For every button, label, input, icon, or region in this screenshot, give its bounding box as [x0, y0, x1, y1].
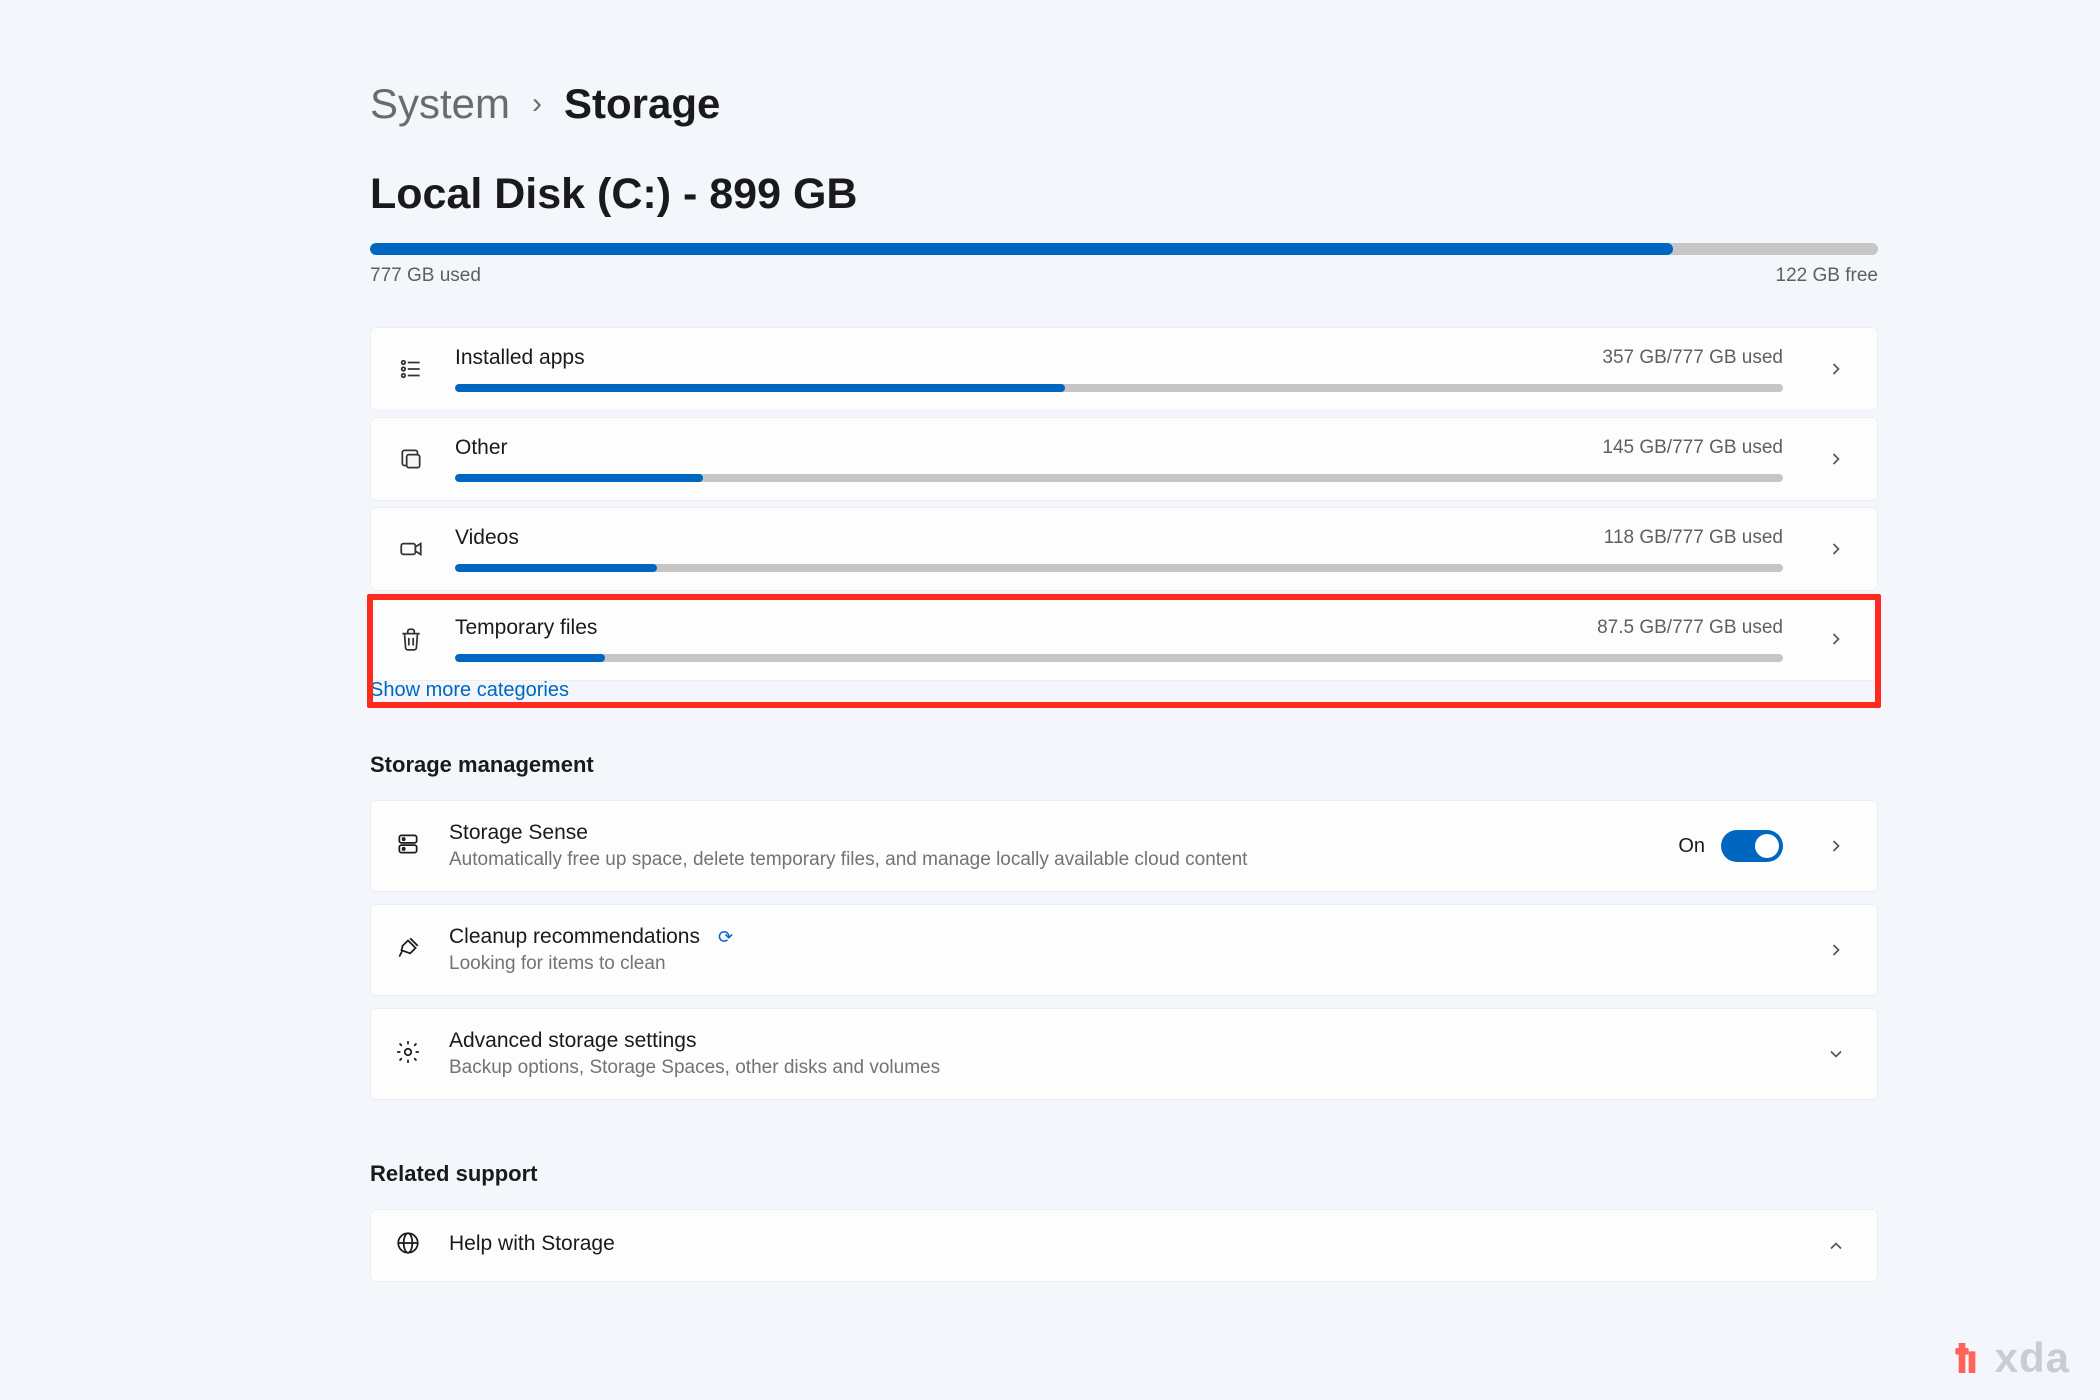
chevron-right-icon: [1823, 536, 1849, 562]
category-bar: [455, 654, 1783, 662]
chevron-down-icon: [1823, 1041, 1849, 1067]
storage-categories: Installed apps 357 GB/777 GB used Other 145…: [370, 327, 1878, 681]
xda-logo-icon: [1945, 1336, 1989, 1380]
category-label: Other: [455, 436, 508, 460]
related-help-storage[interactable]: Help with Storage: [370, 1209, 1878, 1282]
disk-usage-bar: [370, 243, 1878, 255]
storage-management-heading: Storage management: [370, 752, 1880, 778]
chevron-right-icon: [1823, 626, 1849, 652]
loading-spinner-icon: ⟳: [718, 927, 733, 948]
category-bar-fill: [455, 384, 1065, 392]
video-icon: [395, 533, 427, 565]
disk-title: Local Disk (C:) - 899 GB: [370, 170, 1880, 219]
category-bar: [455, 564, 1783, 572]
disk-usage-fill: [370, 243, 1673, 255]
category-bar-fill: [455, 474, 703, 482]
mgmt-title: Cleanup recommendations: [449, 925, 700, 949]
mgmt-title: Storage Sense: [449, 821, 588, 845]
mgmt-storage-sense[interactable]: Storage Sense Automatically free up space…: [370, 800, 1878, 892]
watermark-text: xda: [1995, 1334, 2070, 1382]
breadcrumb-current: Storage: [564, 80, 720, 128]
chevron-right-icon: [1823, 446, 1849, 472]
category-other[interactable]: Other 145 GB/777 GB used: [370, 417, 1878, 501]
disk-used-label: 777 GB used: [370, 265, 481, 287]
disk-free-label: 122 GB free: [1776, 265, 1878, 287]
show-more-categories-link[interactable]: Show more categories: [370, 679, 1880, 702]
breadcrumb-parent[interactable]: System: [370, 80, 510, 128]
category-bar-fill: [455, 654, 605, 662]
related-support-list: Help with Storage: [370, 1209, 1878, 1288]
broom-icon: [395, 935, 421, 966]
related-title: Help with Storage: [449, 1232, 615, 1256]
category-label: Installed apps: [455, 346, 585, 370]
globe-icon: [395, 1230, 421, 1261]
breadcrumb: System › Storage: [370, 80, 1880, 128]
category-usage: 357 GB/777 GB used: [1602, 347, 1783, 369]
chevron-right-icon: [1823, 833, 1849, 859]
category-usage: 145 GB/777 GB used: [1602, 437, 1783, 459]
trash-icon: [395, 623, 427, 655]
category-usage: 87.5 GB/777 GB used: [1597, 617, 1783, 639]
category-label: Videos: [455, 526, 519, 550]
chevron-right-icon: ›: [532, 87, 542, 121]
storage-sense-toggle[interactable]: [1721, 830, 1783, 862]
category-temporary-files[interactable]: Temporary files 87.5 GB/777 GB used: [370, 597, 1878, 681]
watermark: xda: [1945, 1334, 2070, 1382]
category-bar: [455, 474, 1783, 482]
chevron-up-icon: [1823, 1233, 1849, 1259]
gear-icon: [395, 1039, 421, 1070]
chevron-right-icon: [1823, 356, 1849, 382]
drive-icon: [395, 831, 421, 862]
storage-management-list: Storage Sense Automatically free up space…: [370, 800, 1878, 1106]
mgmt-cleanup-recommendations[interactable]: Cleanup recommendations ⟳ Looking for ite…: [370, 904, 1878, 996]
mgmt-subtitle: Automatically free up space, delete temp…: [449, 849, 1650, 871]
category-label: Temporary files: [455, 616, 597, 640]
related-support-heading: Related support: [370, 1161, 1880, 1187]
category-videos[interactable]: Videos 118 GB/777 GB used: [370, 507, 1878, 591]
category-bar: [455, 384, 1783, 392]
category-usage: 118 GB/777 GB used: [1604, 527, 1783, 549]
apps-list-icon: [395, 353, 427, 385]
toggle-state-label: On: [1678, 835, 1705, 858]
mgmt-subtitle: Backup options, Storage Spaces, other di…: [449, 1057, 1783, 1079]
folder-other-icon: [395, 443, 427, 475]
chevron-right-icon: [1823, 937, 1849, 963]
category-bar-fill: [455, 564, 657, 572]
mgmt-subtitle: Looking for items to clean: [449, 953, 1783, 975]
mgmt-advanced-storage[interactable]: Advanced storage settings Backup options,…: [370, 1008, 1878, 1100]
mgmt-title: Advanced storage settings: [449, 1029, 697, 1053]
category-installed-apps[interactable]: Installed apps 357 GB/777 GB used: [370, 327, 1878, 411]
